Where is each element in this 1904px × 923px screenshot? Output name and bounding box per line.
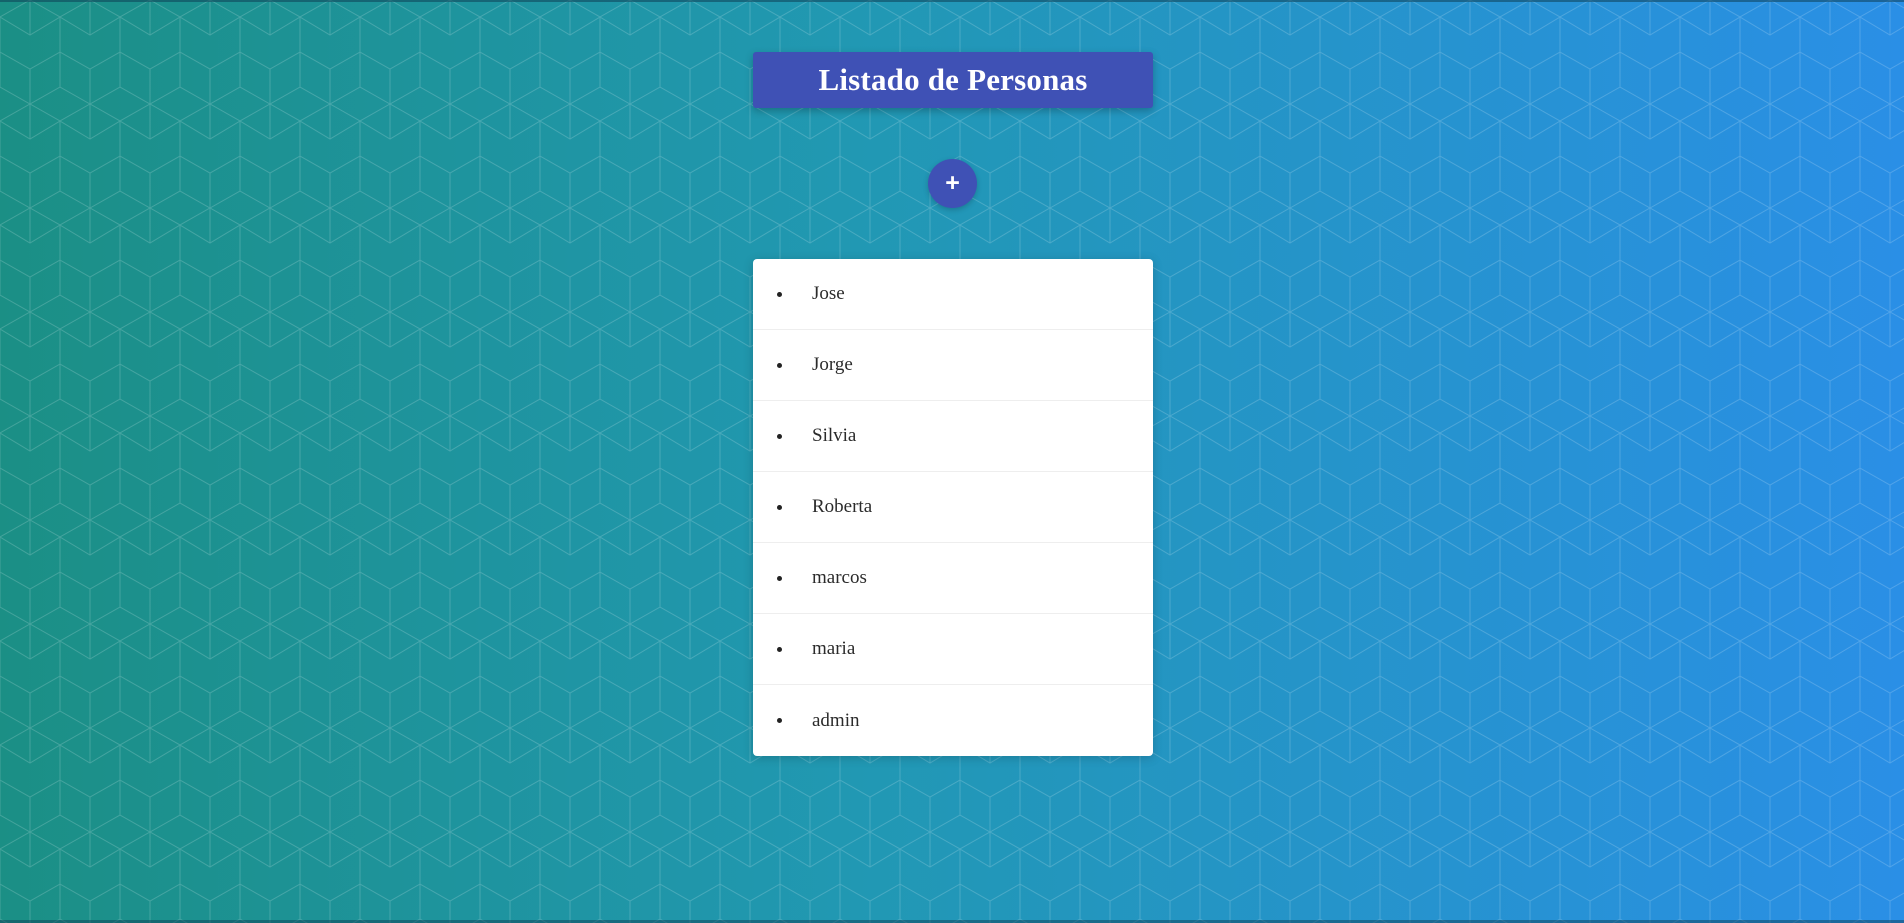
add-person-button[interactable]: + xyxy=(928,159,977,208)
list-item[interactable]: maria xyxy=(753,614,1153,685)
bullet-icon xyxy=(777,433,782,439)
list-item[interactable]: marcos xyxy=(753,543,1153,614)
bullet-icon xyxy=(777,718,782,723)
top-border xyxy=(0,0,1904,2)
person-name: Silvia xyxy=(812,425,857,446)
bullet-icon xyxy=(777,362,782,368)
list-item[interactable]: Silvia xyxy=(753,401,1153,472)
person-name: Roberta xyxy=(812,496,873,517)
list-item[interactable]: admin xyxy=(753,685,1153,756)
person-list: Jose Jorge Silvia Roberta marcos maria a… xyxy=(753,259,1153,756)
bullet-icon xyxy=(777,504,782,510)
person-name: admin xyxy=(812,709,860,731)
bullet-icon xyxy=(777,291,782,297)
bullet-icon xyxy=(777,646,782,652)
page-header: Listado de Personas xyxy=(753,52,1153,108)
page-title: Listado de Personas xyxy=(818,62,1088,97)
person-name: marcos xyxy=(812,567,867,588)
list-item[interactable]: Roberta xyxy=(753,472,1153,543)
person-name: Jose xyxy=(812,283,845,304)
person-name: maria xyxy=(812,638,856,659)
bullet-icon xyxy=(777,575,782,581)
person-name: Jorge xyxy=(812,354,853,375)
list-item[interactable]: Jorge xyxy=(753,330,1153,401)
list-item[interactable]: Jose xyxy=(753,259,1153,330)
